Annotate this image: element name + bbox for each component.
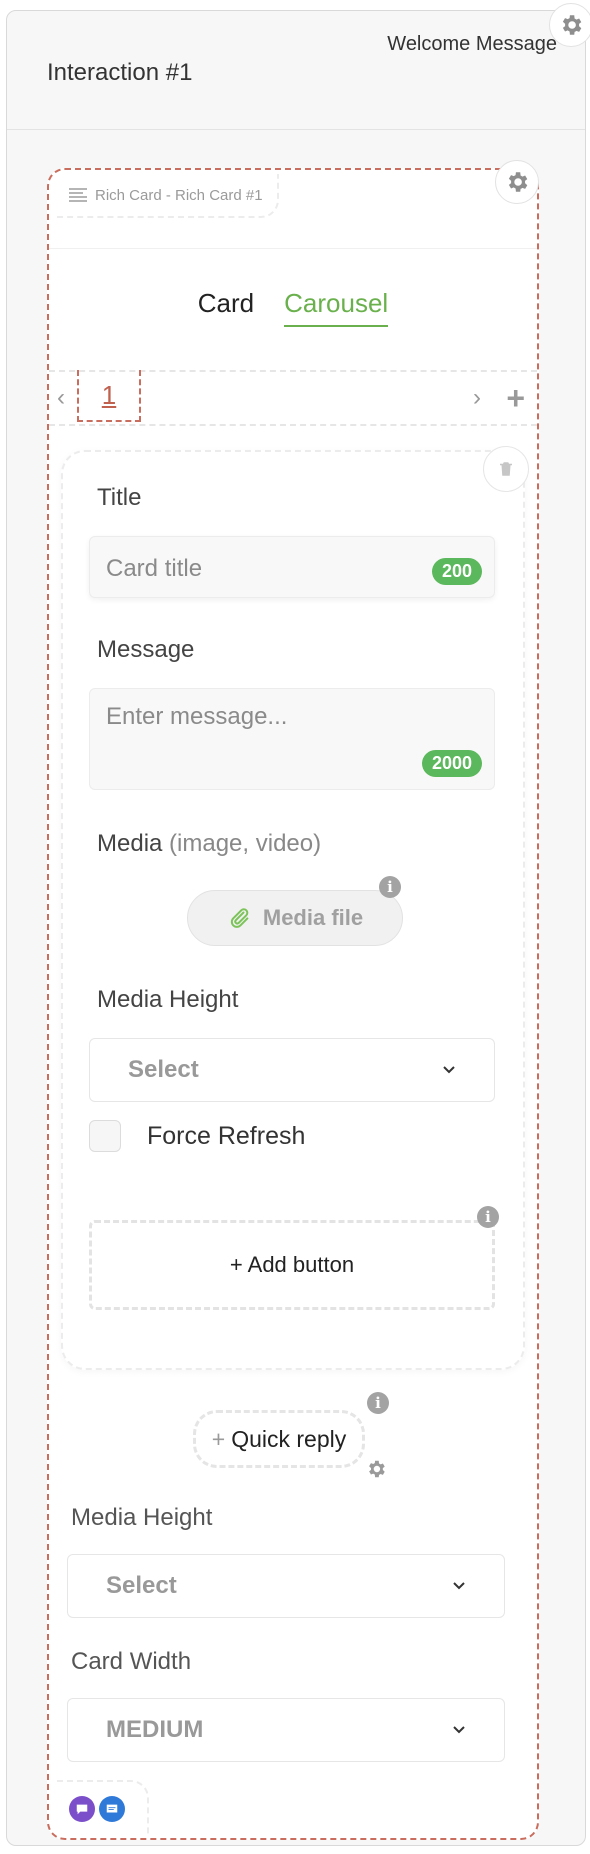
carousel-card: Title Card title 200 Message Enter messa… xyxy=(61,446,529,1370)
interaction-settings-gear-icon[interactable] xyxy=(549,3,590,47)
quick-reply-gear-icon[interactable] xyxy=(365,1458,387,1485)
title-char-counter: 200 xyxy=(431,558,482,585)
channel-icons xyxy=(57,1780,149,1834)
plus-icon: + xyxy=(211,1425,226,1452)
rich-card-tab-label: Rich Card - Rich Card #1 xyxy=(95,186,263,204)
media-height-select[interactable]: Select xyxy=(89,1038,495,1102)
card-message-placeholder: Enter message... xyxy=(106,703,288,730)
card-width-label: Card Width xyxy=(71,1648,192,1675)
welcome-message-label: Welcome Message xyxy=(387,33,557,55)
chevron-down-icon xyxy=(453,1726,465,1734)
card-width-select[interactable]: MEDIUM xyxy=(67,1698,505,1762)
paperclip-icon xyxy=(230,908,249,928)
chevron-right-icon[interactable]: › xyxy=(473,384,481,412)
add-card-plus-icon[interactable]: + xyxy=(506,380,525,417)
card-title-input[interactable]: Card title 200 xyxy=(89,536,495,598)
quick-reply-info-icon[interactable]: i xyxy=(367,1392,389,1414)
message-char-counter: 2000 xyxy=(421,750,482,777)
card-mode-tabs: Card Carousel xyxy=(49,288,537,327)
interaction-header: Interaction #1 Welcome Message xyxy=(7,11,585,130)
force-refresh-label: Force Refresh xyxy=(147,1122,306,1150)
chat-bubble-icon[interactable] xyxy=(69,1796,95,1822)
rich-card-tab[interactable]: Rich Card - Rich Card #1 xyxy=(55,174,279,218)
media-hint: (image, video) xyxy=(169,830,322,857)
message-label: Message xyxy=(97,636,195,663)
message-icon[interactable] xyxy=(99,1796,125,1822)
card-message-textarea[interactable]: Enter message... 2000 xyxy=(89,688,495,790)
delete-card-trash-icon[interactable] xyxy=(483,446,529,492)
card-width-value: MEDIUM xyxy=(106,1716,204,1743)
title-label: Title xyxy=(97,484,142,511)
media-height-label: Media Height xyxy=(97,986,239,1013)
rich-card-block[interactable]: Rich Card - Rich Card #1 Card Carousel ‹… xyxy=(47,160,539,1840)
carousel-media-height-label: Media Height xyxy=(71,1504,213,1531)
divider xyxy=(49,248,537,249)
quick-reply-label: Quick reply xyxy=(231,1425,347,1452)
media-height-value: Select xyxy=(128,1056,199,1083)
carousel-page-1[interactable]: 1 xyxy=(77,370,141,422)
media-info-icon[interactable]: i xyxy=(379,876,401,898)
chevron-left-icon[interactable]: ‹ xyxy=(57,384,65,412)
carousel-media-height-value: Select xyxy=(106,1572,177,1599)
text-lines-icon xyxy=(69,188,87,202)
interaction-title: Interaction #1 xyxy=(47,59,193,86)
chevron-down-icon xyxy=(453,1582,465,1590)
tab-carousel[interactable]: Carousel xyxy=(284,288,389,327)
add-button-info-icon[interactable]: i xyxy=(477,1206,499,1228)
rich-card-settings-gear-icon[interactable] xyxy=(495,160,539,204)
carousel-pagination: ‹ 1 › + xyxy=(49,370,537,426)
add-button[interactable]: + Add button xyxy=(89,1220,495,1310)
tab-card[interactable]: Card xyxy=(198,288,254,327)
force-refresh-checkbox[interactable] xyxy=(89,1120,121,1152)
chevron-down-icon xyxy=(443,1066,455,1074)
media-label: Media (image, video) xyxy=(97,830,321,858)
media-file-button[interactable]: Media file xyxy=(187,890,403,946)
quick-reply-button[interactable]: + Quick reply xyxy=(193,1410,365,1468)
media-label-text: Media xyxy=(97,830,163,857)
carousel-media-height-select[interactable]: Select xyxy=(67,1554,505,1618)
card-title-placeholder: Card title xyxy=(106,555,203,582)
media-file-label: Media file xyxy=(262,905,364,930)
